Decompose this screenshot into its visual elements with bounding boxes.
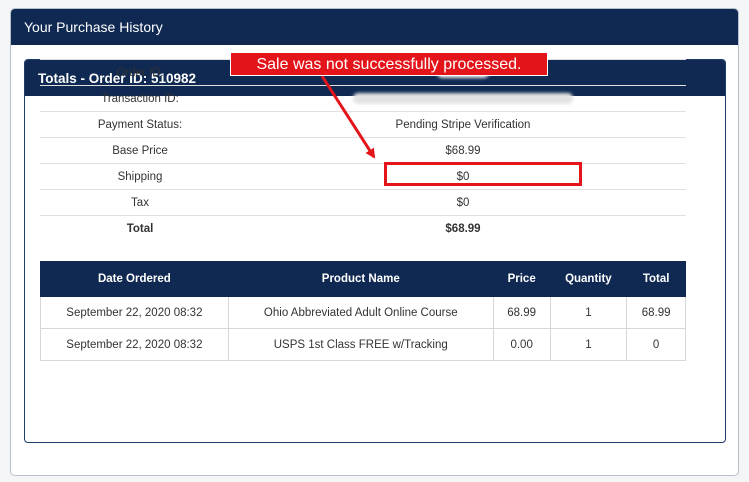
row-date: September 22, 2020 08:32: [40, 296, 229, 329]
row-price: 68.99: [492, 296, 551, 329]
total-label: Total: [40, 215, 240, 241]
col-price: Price: [492, 261, 551, 297]
col-product-name: Product Name: [227, 261, 494, 297]
table-row: September 22, 2020 08:32 USPS 1st Class …: [40, 328, 686, 361]
row-total: 0: [626, 328, 686, 361]
row-quantity: 1: [549, 328, 628, 361]
base-price-label: Base Price: [40, 137, 240, 164]
payment-status-highlight: [384, 162, 582, 186]
row-date: September 22, 2020 08:32: [40, 328, 229, 361]
totals-row-shipping: Shipping $0: [40, 163, 686, 190]
totals-row-base-price: Base Price $68.99: [40, 137, 686, 164]
payment-status-label: Payment Status:: [40, 111, 240, 138]
total-value: $68.99: [240, 215, 686, 241]
payment-status-value: Pending Stripe Verification: [240, 111, 686, 138]
transaction-id-label: Transaction ID:: [40, 85, 240, 112]
col-date-ordered: Date Ordered: [40, 261, 229, 297]
totals-row-payment-status: Payment Status: Pending Stripe Verificat…: [40, 111, 686, 138]
col-quantity: Quantity: [549, 261, 628, 297]
totals-row-tax: Tax $0: [40, 189, 686, 216]
row-product: USPS 1st Class FREE w/Tracking: [227, 328, 494, 361]
row-price: 0.00: [492, 328, 551, 361]
order-id-label: Order ID:: [40, 59, 240, 86]
row-total: 68.99: [626, 296, 686, 329]
base-price-value: $68.99: [240, 137, 686, 164]
col-total: Total: [626, 261, 686, 297]
table-row: September 22, 2020 08:32 Ohio Abbreviate…: [40, 296, 686, 329]
panel-header: Your Purchase History: [11, 9, 738, 45]
tax-value: $0: [240, 189, 686, 216]
totals-table: Order ID: Transaction ID: Payment Status…: [40, 59, 686, 241]
purchase-history-panel: Your Purchase History Totals - Order ID:…: [10, 8, 739, 476]
totals-row-total: Total $68.99: [40, 215, 686, 241]
totals-row-transaction-id: Transaction ID:: [40, 85, 686, 112]
shipping-label: Shipping: [40, 163, 240, 190]
row-quantity: 1: [549, 296, 628, 329]
annotation-callout: Sale was not successfully processed.: [230, 52, 548, 76]
row-product: Ohio Abbreviated Adult Online Course: [227, 296, 494, 329]
products-table: Date Ordered Product Name Price Quantity…: [40, 261, 686, 361]
redacted-transaction-id: [353, 92, 573, 104]
tax-label: Tax: [40, 189, 240, 216]
products-header-row: Date Ordered Product Name Price Quantity…: [40, 261, 686, 297]
transaction-id-value: [240, 85, 686, 112]
